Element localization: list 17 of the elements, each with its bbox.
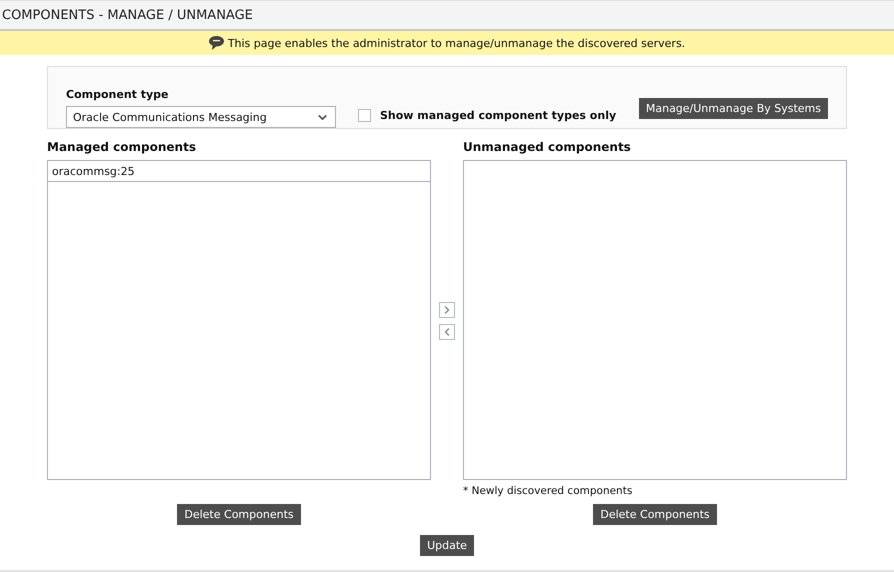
footnote: * Newly discovered components (463, 485, 634, 497)
notice-text: This page enables the administrator to manage/unmanage the discovered servers. (228, 36, 686, 50)
checkbox-label: Show managed component types only (380, 109, 616, 122)
managed-list[interactable]: oracommsg:25 (47, 160, 431, 480)
component-type-select[interactable]: Oracle Communications Messaging (66, 106, 336, 128)
page-title: COMPONENTS - MANAGE / UNMANAGE (2, 8, 253, 22)
list-title: Managed components (47, 140, 197, 154)
delete-button[interactable]: Delete Components (593, 504, 717, 525)
checkbox[interactable] (358, 109, 371, 122)
field-label: Component type (66, 88, 170, 101)
speech-bubble-icon (208, 36, 224, 50)
move-left-button[interactable] (439, 324, 455, 340)
manage-by-systems-button[interactable]: Manage/Unmanage By Systems (638, 98, 828, 119)
delete-button[interactable]: Delete Components (177, 504, 301, 525)
move-right-button[interactable] (439, 302, 455, 318)
update-button[interactable]: Update (420, 535, 474, 556)
list-title: Unmanaged components (463, 140, 632, 154)
